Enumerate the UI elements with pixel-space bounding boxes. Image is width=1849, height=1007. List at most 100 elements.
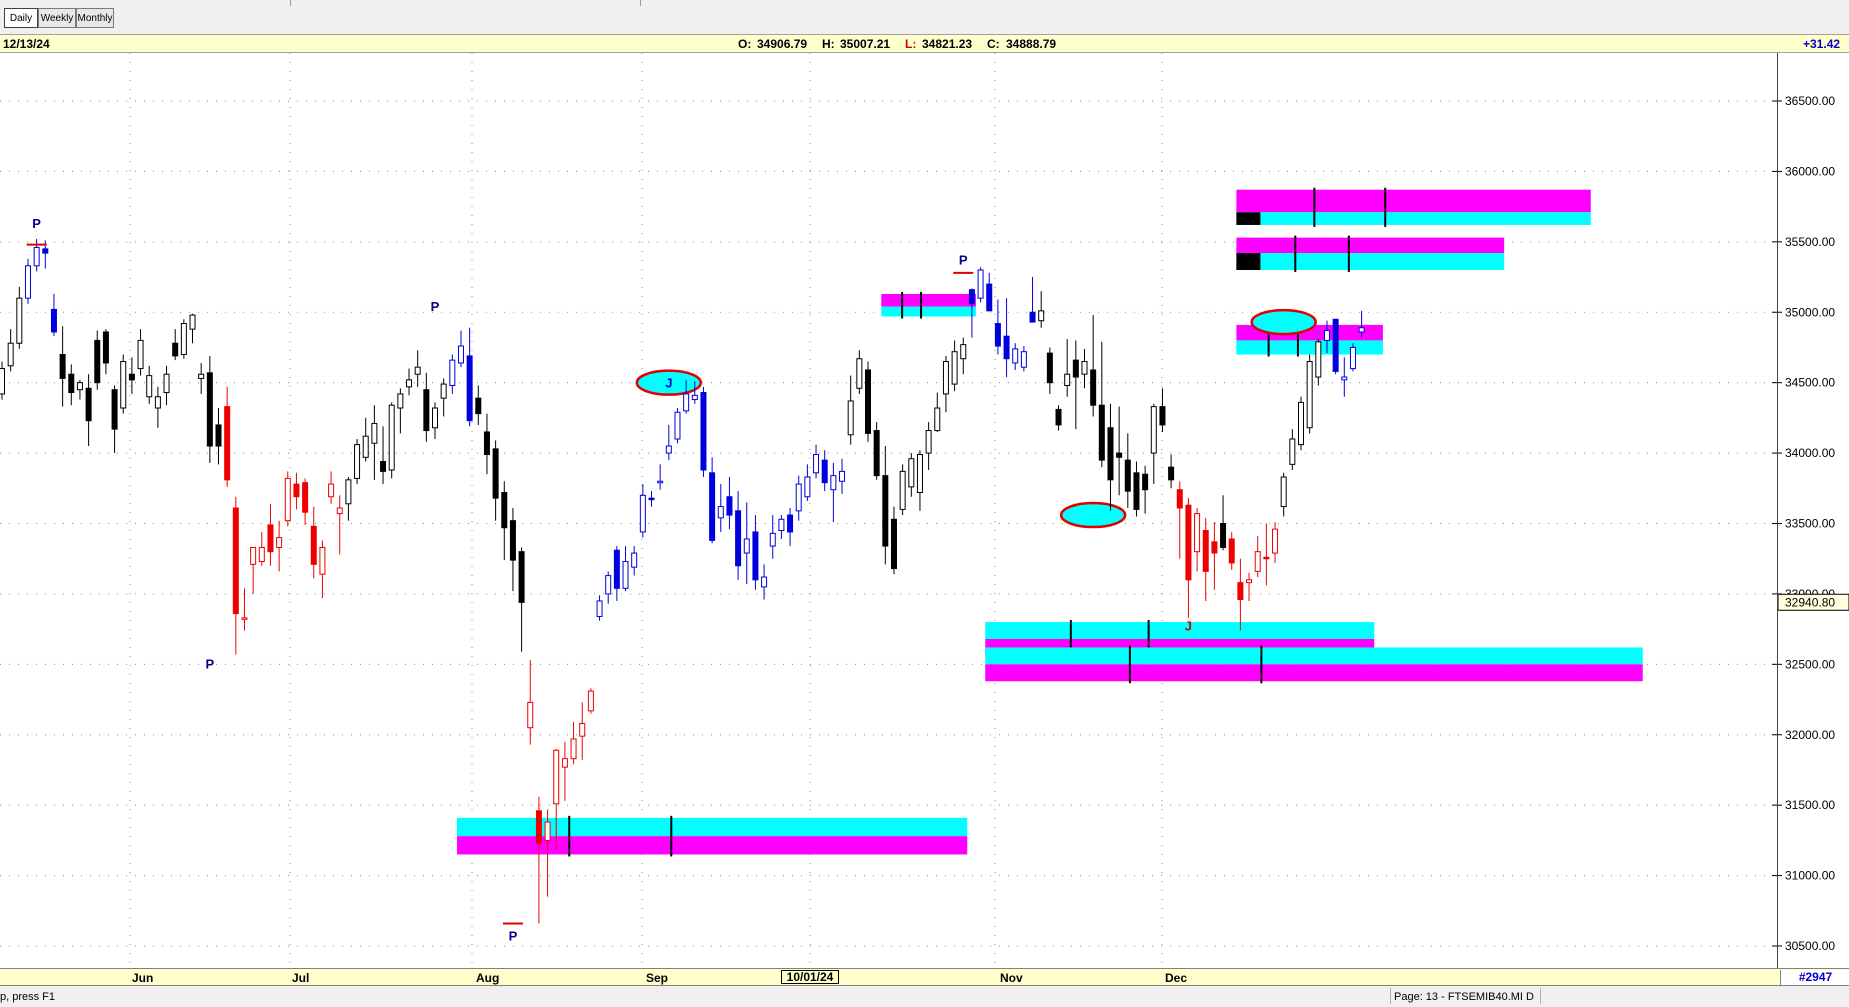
candle-body — [1306, 361, 1313, 429]
candle-body — [761, 576, 768, 588]
candle-body — [804, 476, 811, 498]
candle-body — [42, 248, 49, 254]
candle-body — [839, 470, 846, 482]
candle-body — [483, 431, 490, 455]
candle-body — [544, 821, 551, 841]
price-tick-label: 34000.00 — [1785, 446, 1835, 460]
candle-body — [76, 382, 83, 391]
candle-body — [916, 453, 923, 494]
status-bar: p, press F1 Page: 13 - FTSEMIB40.MI D — [0, 986, 1849, 1007]
candle-body — [163, 373, 170, 394]
pivot-label: P — [431, 299, 440, 314]
price-tick-label: 36000.00 — [1785, 164, 1835, 178]
candle-body — [942, 361, 949, 395]
candle-body — [128, 373, 135, 381]
candle-body — [1142, 473, 1149, 491]
candle-body — [397, 393, 404, 409]
candle-body — [154, 396, 161, 409]
candle-body — [787, 514, 794, 533]
candle-body — [1194, 513, 1201, 553]
monthly-button[interactable]: Monthly — [76, 8, 114, 28]
candle-body — [726, 496, 733, 516]
zone-band-bottom — [456, 836, 968, 855]
candle-body — [579, 722, 586, 737]
candle-body — [1298, 401, 1304, 446]
candle-body — [908, 458, 915, 488]
candle-body — [380, 461, 387, 472]
candle-body — [293, 483, 300, 498]
candle-body — [1107, 427, 1114, 481]
candle-body — [1081, 361, 1088, 375]
candle-body — [925, 430, 932, 454]
price-tick-label: 31500.00 — [1785, 798, 1835, 812]
candle-body — [206, 372, 213, 447]
daily-button[interactable]: Daily — [4, 8, 38, 28]
status-divider — [1540, 988, 1541, 1004]
candle-body — [821, 459, 828, 484]
candle-body — [475, 397, 482, 415]
candle-body — [986, 283, 993, 312]
candle-body — [1263, 556, 1270, 560]
candle-body — [596, 600, 603, 617]
high-value: 35007.21 — [840, 37, 891, 51]
candle-body — [1315, 341, 1322, 378]
high-label: H: — [822, 37, 835, 51]
ohlc-info-bar: 12/13/24 O: 34906.79 H: 35007.21 L: 3482… — [0, 34, 1849, 53]
price-tick-label: 33500.00 — [1785, 517, 1835, 531]
candle-body — [657, 480, 664, 484]
price-tick-label: 32000.00 — [1785, 728, 1835, 742]
candle-body — [752, 531, 759, 581]
candle-body — [1211, 541, 1218, 554]
candle-body — [865, 369, 871, 434]
candle-body — [1116, 452, 1123, 458]
candle-body — [1133, 472, 1140, 510]
candle-body — [1176, 489, 1183, 509]
candle-body — [276, 537, 283, 548]
candle-body — [224, 406, 231, 481]
candle-body — [683, 393, 690, 412]
price-chart[interactable]: P P P P P J J 36500.00 36000.00 35500.00 35000.00 3… — [0, 53, 1849, 968]
candle-body — [336, 507, 343, 515]
time-axis: Jun Jul Aug Sep 10/01/24 Nov Dec #2947 — [0, 968, 1849, 986]
low-value: 34821.23 — [922, 37, 973, 51]
low-label: L: — [905, 37, 917, 51]
candle-body — [769, 532, 776, 547]
candle-body — [813, 453, 820, 474]
candle-body — [1098, 404, 1105, 461]
zone-band-top — [881, 293, 976, 307]
candle-body — [1072, 359, 1079, 378]
candle-body — [847, 400, 854, 436]
candle-body — [717, 506, 724, 519]
zone-band-bottom — [881, 306, 976, 317]
candle-body — [1029, 311, 1036, 323]
month-label: Jul — [292, 971, 310, 985]
candle-body — [241, 617, 248, 620]
chart-toolbar: Daily Weekly Monthly — [0, 0, 1849, 35]
price-tick-label: 34500.00 — [1785, 376, 1835, 390]
candle-body — [778, 518, 785, 532]
candle-body — [302, 482, 309, 513]
candle-body — [1341, 376, 1348, 381]
highlight-ellipse — [1059, 501, 1127, 529]
candle-body — [1202, 530, 1209, 572]
candle-body — [172, 342, 179, 357]
candle-body — [1332, 318, 1339, 372]
candle-body — [639, 494, 646, 533]
weekly-button[interactable]: Weekly — [38, 8, 76, 28]
page-info: Page: 13 - FTSEMIB40.MI D — [1394, 991, 1534, 1003]
candle-body — [362, 435, 369, 458]
candle-body — [180, 323, 187, 355]
candle-body — [561, 758, 568, 768]
price-axis-bg — [1778, 53, 1849, 968]
candle-body — [59, 354, 66, 379]
candle-body — [648, 497, 655, 501]
candle-body — [137, 339, 144, 370]
candle-body — [250, 546, 257, 565]
toolbar-divider — [640, 0, 641, 6]
candle-body — [414, 366, 421, 375]
candle-body — [873, 430, 880, 477]
candle-body — [1246, 579, 1253, 584]
candle-body — [709, 472, 716, 541]
candle-body — [111, 389, 118, 430]
candle-body — [258, 546, 265, 563]
